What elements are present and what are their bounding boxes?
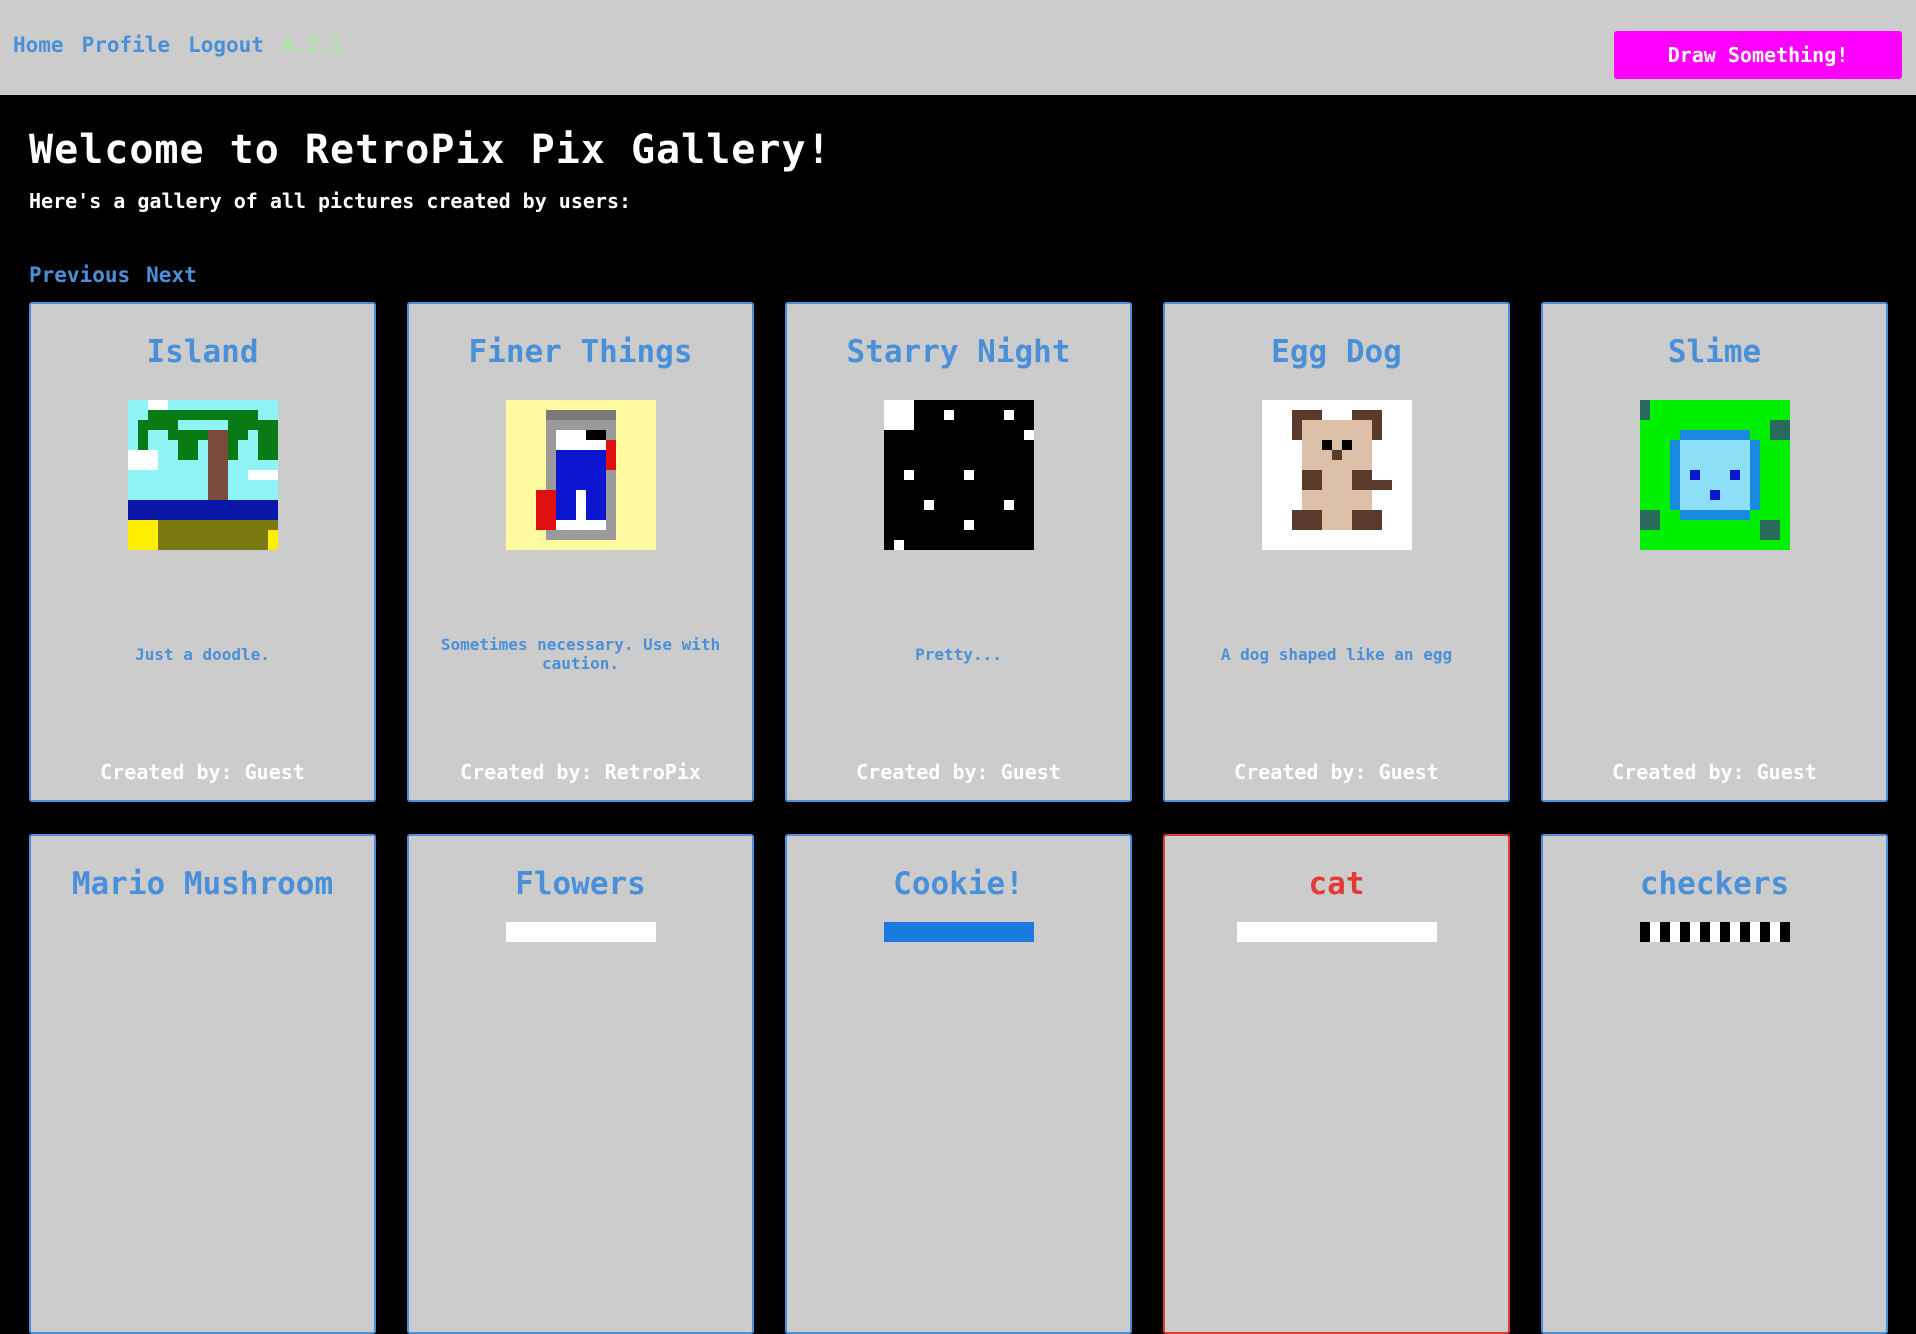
card-description: Sometimes necessary. Use with caution. <box>440 635 721 673</box>
nav-ail-link[interactable]: A.I.L <box>282 33 345 57</box>
next-page-link[interactable]: Next <box>146 263 197 287</box>
card-title: Mario Mushroom <box>71 866 334 902</box>
nav-links: Home Profile Logout A.I.L <box>13 33 345 57</box>
card-creator: Created by: RetroPix <box>460 760 701 784</box>
card-title: Starry Night <box>846 334 1071 370</box>
gallery-card-egg-dog[interactable]: Egg Dog A dog shaped like an egg Created… <box>1163 302 1510 802</box>
starry-night-thumbnail <box>883 400 1034 550</box>
egg-dog-thumbnail <box>1261 400 1412 550</box>
card-title: Finer Things <box>468 334 693 370</box>
checkers-thumbnail <box>1639 922 1790 942</box>
gallery-main: Welcome to RetroPix Pix Gallery! Here's … <box>29 95 1889 287</box>
nav-profile-link[interactable]: Profile <box>82 33 171 57</box>
card-title: checkers <box>1639 866 1790 902</box>
card-title: Slime <box>1667 334 1762 370</box>
card-title: Cookie! <box>893 866 1024 902</box>
card-title: Flowers <box>515 866 646 902</box>
gallery-card-mario-mushroom[interactable]: Mario Mushroom <box>29 834 376 1334</box>
page-title: Welcome to RetroPix Pix Gallery! <box>29 127 832 173</box>
pagination: Previous Next <box>29 263 1889 287</box>
cat-thumbnail <box>1236 922 1437 942</box>
card-description <box>1553 634 1876 674</box>
gallery-card-island[interactable]: Island Just a doodle. Created by: Guest <box>29 302 376 802</box>
card-title: Egg Dog <box>1271 334 1402 370</box>
card-description: Pretty... <box>915 644 1002 664</box>
draw-something-button[interactable]: Draw Something! <box>1614 31 1902 79</box>
gallery-card-finer-things[interactable]: Finer Things Sometimes necessary. Use wi… <box>407 302 754 802</box>
previous-page-link[interactable]: Previous <box>29 263 130 287</box>
gallery-card-flowers[interactable]: Flowers <box>407 834 754 1334</box>
card-creator: Created by: Guest <box>1612 760 1817 784</box>
top-nav-bar: Home Profile Logout A.I.L Draw Something… <box>0 0 1916 95</box>
gallery-card-checkers[interactable]: checkers <box>1541 834 1888 1334</box>
card-creator: Created by: Guest <box>100 760 305 784</box>
finer-things-thumbnail <box>505 400 656 550</box>
nav-home-link[interactable]: Home <box>13 33 64 57</box>
gallery-card-starry-night[interactable]: Starry Night Pretty... Created by: Guest <box>785 302 1132 802</box>
island-thumbnail <box>127 400 278 550</box>
nav-logout-link[interactable]: Logout <box>188 33 264 57</box>
card-description: A dog shaped like an egg <box>1220 644 1453 664</box>
card-creator: Created by: Guest <box>1234 760 1439 784</box>
flowers-thumbnail <box>505 922 656 942</box>
gallery-card-cookie[interactable]: Cookie! <box>785 834 1132 1334</box>
card-creator: Created by: Guest <box>856 760 1061 784</box>
slime-thumbnail <box>1639 400 1790 550</box>
card-description: Just a doodle. <box>135 644 270 664</box>
gallery-card-slime[interactable]: Slime Created by: Guest <box>1541 302 1888 802</box>
gallery-grid: Island Just a doodle. Created by: Guest … <box>29 302 1888 1334</box>
card-title: cat <box>1308 866 1365 902</box>
gallery-card-cat[interactable]: cat <box>1163 834 1510 1334</box>
card-title: Island <box>146 334 259 370</box>
page-subtitle: Here's a gallery of all pictures created… <box>29 189 632 213</box>
cookie-thumbnail <box>883 922 1034 942</box>
